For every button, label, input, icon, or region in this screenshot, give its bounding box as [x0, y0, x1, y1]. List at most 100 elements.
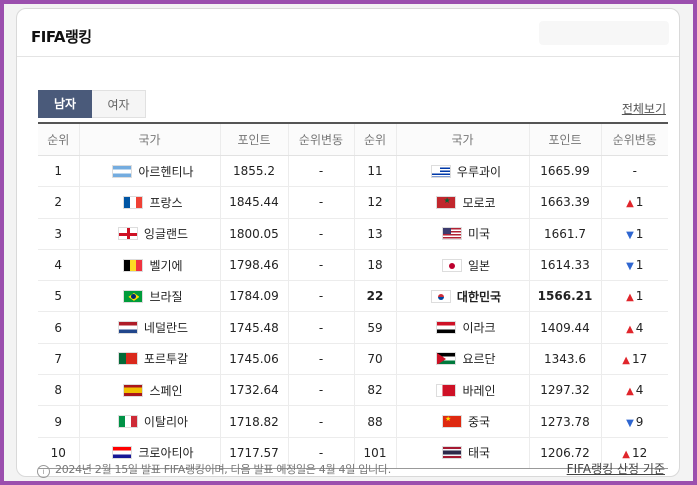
rank-cell: 9: [38, 405, 80, 438]
country-cell: 벨기에: [79, 249, 221, 282]
flag-icon: [117, 321, 138, 335]
country-cell: 잉글랜드: [79, 218, 221, 250]
rank-change-value: -: [318, 258, 324, 273]
country-cell: 포르투갈: [79, 343, 221, 376]
rank-cell: 5: [38, 280, 80, 313]
rank-cell: 13: [354, 218, 397, 250]
country-name[interactable]: 벨기에: [149, 259, 182, 273]
flag-icon: [112, 446, 133, 460]
points-cell: 1800.05: [220, 218, 289, 250]
rank-change-cell: -: [288, 155, 355, 188]
col-header-rank: 순위: [354, 123, 397, 156]
points-cell: 1732.64: [220, 374, 289, 407]
country-name[interactable]: 네덜란드: [144, 321, 188, 335]
country-name[interactable]: 태국: [468, 446, 490, 460]
rank-change-cell: -: [288, 374, 355, 407]
tab-women[interactable]: 여자: [92, 90, 146, 118]
rank-change-cell: -: [288, 249, 355, 282]
fifa-ranking-card: FIFA랭킹 남자 여자 전체보기 순위 국가 포인트 순위변동 순위 국가 포…: [16, 8, 680, 478]
up-arrow-icon: ▲: [626, 323, 634, 335]
rank-cell: 18: [354, 249, 397, 282]
country-name[interactable]: 모로코: [462, 196, 495, 210]
table-row: 6 네덜란드 1745.48-59 이라크 1409.44 ▲ 4: [38, 311, 668, 344]
table-row: 7 포르투갈 1745.06-70 요르단 1343.6 ▲ 17: [38, 343, 668, 376]
rank-change-cell: -: [601, 155, 668, 188]
flag-icon: [117, 415, 138, 429]
points-cell: 1663.39: [529, 186, 602, 219]
rank-cell: 8: [38, 374, 80, 407]
country-name[interactable]: 바레인: [462, 384, 495, 398]
up-arrow-icon: ▲: [626, 198, 634, 210]
rank-cell: 59: [354, 311, 397, 344]
rank-change-value: -: [318, 164, 324, 179]
country-name[interactable]: 우루과이: [457, 165, 501, 179]
flag-icon: [441, 258, 462, 272]
country-cell: 이라크: [396, 311, 530, 344]
rank-change-cell: -: [288, 311, 355, 344]
country-name[interactable]: 대한민국: [457, 290, 501, 304]
rank-change-value: 4: [635, 320, 644, 335]
country-name[interactable]: 미국: [468, 227, 490, 241]
down-arrow-icon: ▼: [626, 229, 634, 241]
up-arrow-icon: ▲: [626, 292, 634, 304]
flag-icon: [436, 321, 457, 335]
flag-icon: [117, 227, 138, 241]
country-name[interactable]: 아르헨티나: [138, 165, 193, 179]
rank-change-value: 4: [635, 383, 644, 398]
country-name[interactable]: 이라크: [462, 321, 495, 335]
country-cell: 네덜란드: [79, 311, 221, 344]
col-header-rank: 순위: [38, 123, 80, 156]
info-icon: i: [37, 465, 50, 478]
rank-cell: 6: [38, 311, 80, 344]
flag-icon: [123, 383, 144, 397]
footnote: i 2024년 2월 15일 발표 FIFA랭킹이며, 다음 발표 예정일은 4월…: [37, 461, 391, 478]
country-name[interactable]: 프랑스: [149, 196, 182, 210]
rank-change-cell: ▼ 1: [601, 249, 668, 282]
table-row: 2프랑스1845.44-12모로코1663.39▲1: [38, 186, 668, 219]
rank-change-value: -: [318, 195, 324, 210]
up-arrow-icon: ▲: [622, 448, 630, 460]
country-cell: 바레인: [396, 374, 530, 407]
points-cell: 1665.99: [529, 155, 602, 188]
country-cell: 우루과이: [396, 155, 530, 188]
col-header-points: 포인트: [220, 123, 289, 156]
col-header-change: 순위변동: [601, 123, 668, 156]
flag-icon: [123, 289, 144, 303]
rank-change-value: -: [632, 164, 637, 179]
points-cell: 1745.48: [220, 311, 289, 344]
points-cell: 1661.7: [529, 218, 602, 250]
country-name[interactable]: 크로아티아: [138, 446, 193, 460]
points-cell: 1855.2: [220, 155, 289, 188]
country-name[interactable]: 브라질: [149, 290, 182, 304]
country-name[interactable]: 스페인: [149, 384, 182, 398]
points-cell: 1718.82: [220, 405, 289, 438]
flag-icon: [441, 446, 462, 460]
country-name[interactable]: 잉글랜드: [144, 227, 188, 241]
widget-title: FIFA랭킹: [31, 28, 92, 46]
flag-icon: [430, 289, 451, 303]
country-name[interactable]: 이탈리아: [144, 415, 188, 429]
up-arrow-icon: ▲: [626, 386, 634, 398]
country-name[interactable]: 포르투갈: [144, 352, 188, 366]
country-cell: 일본: [396, 249, 530, 282]
country-cell: 태국: [396, 437, 530, 469]
rank-change-value: -: [318, 289, 324, 304]
country-name[interactable]: 중국: [468, 415, 490, 429]
up-arrow-icon: ▲: [622, 354, 630, 366]
rank-change-cell: -: [288, 405, 355, 438]
country-cell: 브라질: [79, 280, 221, 313]
points-cell: 1798.46: [220, 249, 289, 282]
rank-change-value: -: [318, 383, 324, 398]
table-row: 5 브라질 1784.09-22 대한민국 1566.21 ▲ 1: [38, 280, 668, 313]
flag-icon: [441, 415, 462, 429]
country-name[interactable]: 일본: [468, 259, 490, 273]
country-cell: 대한민국: [396, 280, 530, 313]
view-all-link[interactable]: 전체보기: [622, 100, 666, 117]
rank-change-value: 1: [635, 226, 644, 241]
country-name[interactable]: 요르단: [462, 352, 495, 366]
country-cell: 아르헨티나: [79, 155, 221, 188]
ranking-criteria-link[interactable]: FIFA랭킹 산정 기준: [567, 460, 665, 477]
tab-men[interactable]: 남자: [38, 90, 92, 118]
rank-change-value: -: [318, 320, 324, 335]
rank-change-cell: ▲ 4: [601, 311, 668, 344]
